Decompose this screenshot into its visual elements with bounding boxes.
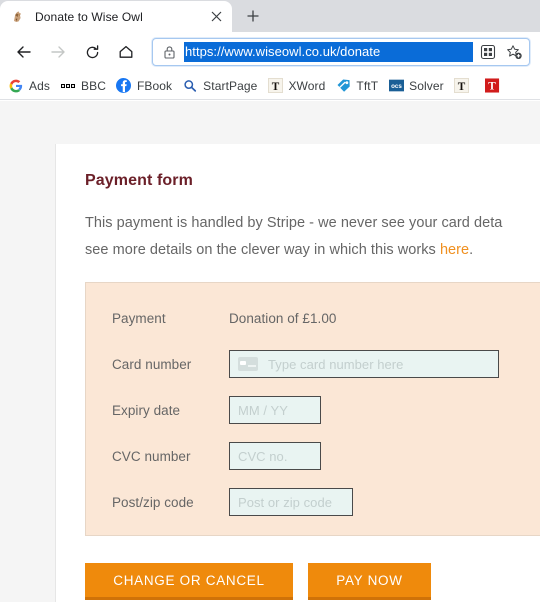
bookmark-tftt[interactable]: TftT	[331, 75, 384, 97]
startpage-search-icon	[182, 78, 198, 94]
forward-button[interactable]	[43, 37, 73, 67]
new-tab-button[interactable]	[238, 1, 268, 31]
cvc-number-label: CVC number	[112, 448, 191, 464]
pay-now-button[interactable]: PAY NOW	[308, 563, 431, 600]
google-icon	[8, 78, 24, 94]
bookmark-times-second[interactable]: T	[450, 75, 481, 97]
tab-title: Donate to Wise Owl	[35, 9, 143, 24]
form-row-card-number: Card number Type card number here	[86, 350, 540, 378]
bookmark-label: FBook	[136, 78, 173, 93]
form-row-post-zip-code: Post/zip code Post or zip code	[86, 488, 540, 516]
site-information-lock-icon[interactable]	[161, 44, 177, 60]
expiry-date-placeholder: MM / YY	[238, 402, 288, 418]
intro-line-2-suffix: .	[469, 242, 474, 258]
change-or-cancel-button[interactable]: CHANGE OR CANCEL	[85, 563, 293, 600]
bookmark-ads[interactable]: Ads	[4, 75, 56, 97]
cvc-number-placeholder: CVC no.	[238, 448, 288, 464]
payment-amount-value: Donation of £1.00	[229, 310, 337, 326]
intro-line-2: see more details on the clever way in wh…	[85, 237, 540, 264]
bookmark-label: Solver	[409, 78, 444, 93]
svg-text:T: T	[458, 81, 466, 93]
payment-page-card: Payment form This payment is handled by …	[55, 144, 540, 602]
tag-icon	[335, 78, 351, 94]
stripe-payment-panel: Payment Donation of £1.00 Card number Ty…	[85, 282, 540, 536]
svg-text:ocs: ocs	[391, 83, 402, 90]
credit-card-icon	[238, 357, 258, 371]
svg-text:T: T	[272, 81, 280, 93]
intro-line-1: This payment is handled by Stripe - we n…	[85, 215, 503, 231]
expiry-date-input[interactable]: MM / YY	[229, 396, 321, 424]
bookmark-label: TftT	[356, 78, 379, 93]
expiry-date-label: Expiry date	[112, 402, 181, 418]
bookmark-label: XWord	[288, 78, 326, 93]
bbc-icon	[60, 78, 76, 94]
ocs-icon: ocs	[388, 78, 404, 94]
times-t-icon: T	[267, 78, 283, 94]
bookmark-label: StartPage	[203, 78, 258, 93]
bookmark-xword[interactable]: T XWord	[263, 75, 331, 97]
bookmark-solver[interactable]: ocs Solver	[384, 75, 450, 97]
bookmark-label: Ads	[29, 78, 50, 93]
post-zip-code-placeholder: Post or zip code	[238, 494, 333, 510]
close-icon[interactable]	[208, 9, 224, 25]
page-title: Payment form	[85, 172, 193, 189]
card-number-input[interactable]: Type card number here	[229, 350, 499, 378]
back-button[interactable]	[9, 37, 39, 67]
owl-favicon	[10, 9, 26, 25]
card-number-label: Card number	[112, 356, 192, 372]
red-icon: T	[485, 78, 501, 94]
svg-text:T: T	[489, 81, 497, 93]
browser-window: Donate to Wise Owl https://www.wiseowl.c…	[0, 0, 540, 602]
post-zip-code-input[interactable]: Post or zip code	[229, 488, 353, 516]
url-input[interactable]: https://www.wiseowl.co.uk/donate	[184, 42, 473, 62]
cvc-number-input[interactable]: CVC no.	[229, 442, 321, 470]
bookmark-fbook[interactable]: FBook	[112, 75, 178, 97]
tab-donate-to-wise-owl[interactable]: Donate to Wise Owl	[0, 1, 232, 32]
address-bar[interactable]: https://www.wiseowl.co.uk/donate	[152, 38, 530, 66]
navigation-toolbar: https://www.wiseowl.co.uk/donate	[0, 32, 540, 72]
form-row-expiry-date: Expiry date MM / YY	[86, 396, 540, 424]
qr-code-icon[interactable]	[477, 41, 499, 63]
intro-line-2-text: see more details on the clever way in wh…	[85, 242, 440, 258]
post-zip-code-label: Post/zip code	[112, 494, 194, 510]
card-number-placeholder: Type card number here	[268, 356, 404, 372]
home-button[interactable]	[111, 37, 141, 67]
form-row-payment: Payment Donation of £1.00	[86, 304, 540, 332]
payment-label: Payment	[112, 310, 166, 326]
form-action-buttons: CHANGE OR CANCEL PAY NOW	[85, 563, 540, 602]
tab-strip: Donate to Wise Owl	[0, 0, 540, 32]
bookmark-startpage[interactable]: StartPage	[178, 75, 263, 97]
add-favorite-star-icon[interactable]	[503, 41, 525, 63]
form-row-cvc-number: CVC number CVC no.	[86, 442, 540, 470]
times-t-icon: T	[454, 78, 470, 94]
page-viewport: Payment form This payment is handled by …	[0, 101, 540, 602]
reload-button[interactable]	[77, 37, 107, 67]
bookmark-label: BBC	[80, 78, 106, 93]
bookmark-clipped[interactable]: T	[481, 75, 512, 97]
bookmark-bbc[interactable]: BBC	[56, 75, 112, 97]
bookmarks-bar: Ads BBC FBook StartPage T XWord TftT ocs…	[0, 72, 540, 100]
here-link[interactable]: here	[440, 242, 469, 258]
intro-paragraph: This payment is handled by Stripe - we n…	[85, 210, 540, 264]
facebook-icon	[116, 78, 132, 94]
